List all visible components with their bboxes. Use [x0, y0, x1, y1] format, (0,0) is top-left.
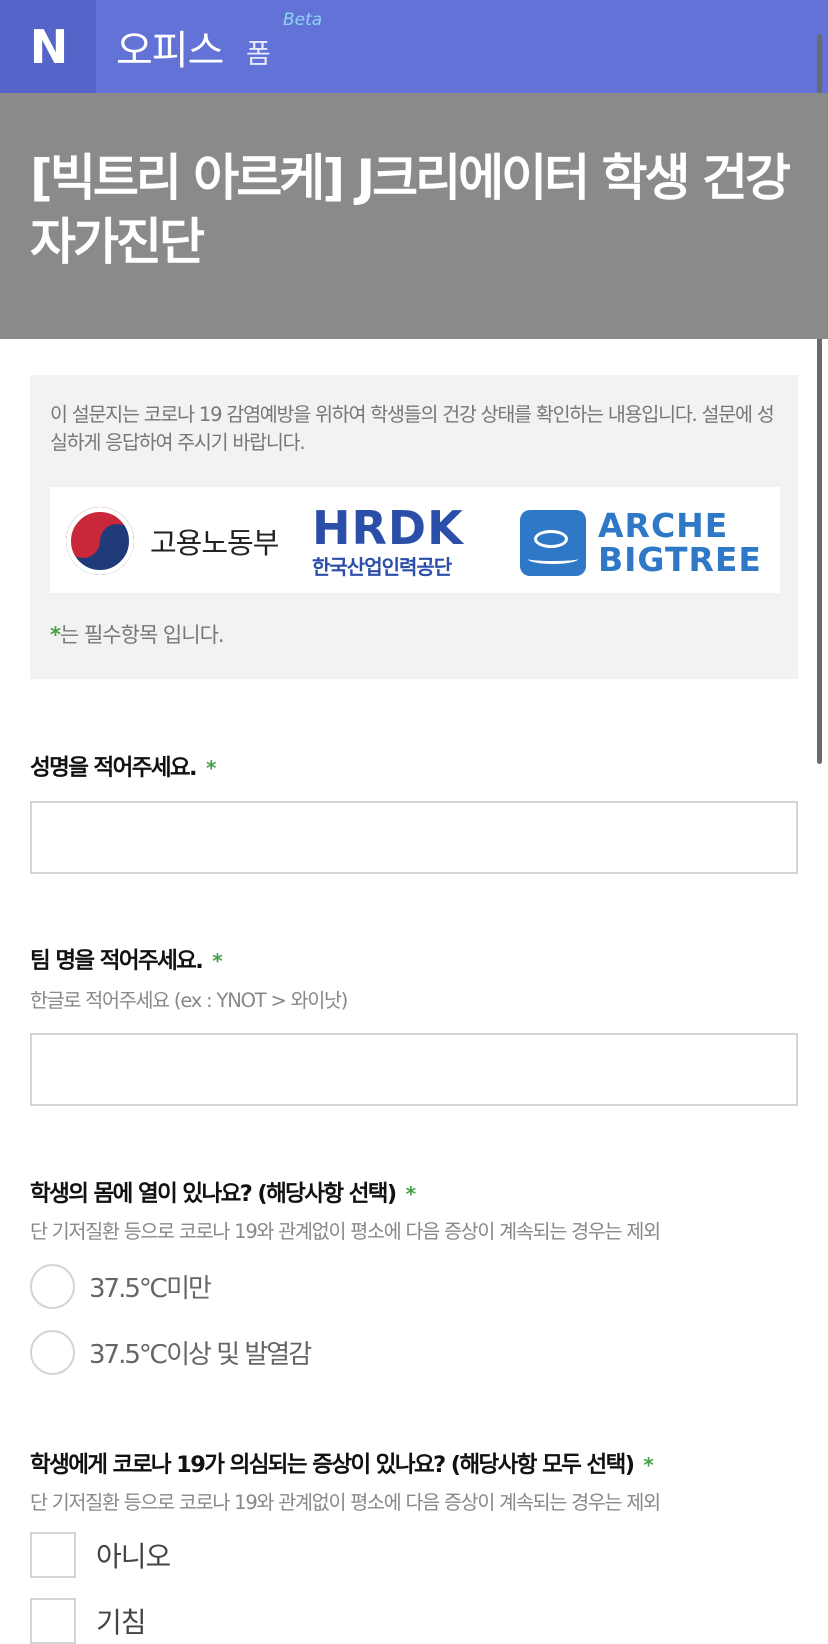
option-label[interactable]: 37.5℃이상 및 발열감: [89, 1334, 312, 1371]
question-fever-help: 단 기저질환 등으로 코로나 19와 관계없이 평소에 다음 증상이 계속되는 …: [30, 1220, 661, 1243]
question-team-label: 팀 명을 적어주세요. *: [30, 943, 223, 975]
checkbox[interactable]: [30, 1532, 76, 1578]
required-star-icon: *: [405, 1182, 416, 1206]
question-team-help: 한글로 적어주세요 (ex : YNOT > 와이낫): [30, 989, 348, 1012]
fever-option-under[interactable]: 37.5℃미만: [30, 1264, 212, 1309]
form-intro-text: 이 설문지는 코로나 19 감염예방을 위하여 학생들의 건강 상태를 확인하는…: [50, 403, 775, 454]
taegeuk-icon: [66, 507, 134, 575]
team-input[interactable]: [30, 1033, 798, 1106]
logo-letter: N: [29, 19, 68, 74]
beta-badge: Beta: [283, 10, 323, 30]
radio-button[interactable]: [30, 1264, 75, 1309]
form-intro-box: 이 설문지는 코로나 19 감염예방을 위하여 학생들의 건강 상태를 확인하는…: [30, 375, 798, 679]
naver-logo[interactable]: N: [0, 0, 96, 93]
symptom-option-no[interactable]: 아니오: [30, 1532, 171, 1578]
question-label-text: 학생의 몸에 열이 있나요? (해당사항 선택): [30, 1181, 397, 1207]
required-star-icon: *: [205, 756, 216, 780]
fever-option-over[interactable]: 37.5℃이상 및 발열감: [30, 1330, 312, 1375]
form-title: [빅트리 아르케] J크리에이터 학생 건강 자가진단: [30, 149, 791, 271]
hrdk-logo: HRDK 한국산업인력공단: [312, 505, 492, 580]
question-fever-label: 학생의 몸에 열이 있나요? (해당사항 선택) *: [30, 1176, 416, 1208]
fish-icon: [520, 510, 586, 576]
required-note-text: 는 필수항목 입니다.: [59, 623, 225, 647]
arche-bigtree-logo: ARCHE BIGTREE: [520, 509, 762, 577]
hrdk-logo-text: 한국산업인력공단: [312, 555, 452, 579]
required-star-icon: *: [50, 623, 61, 647]
checkbox[interactable]: [30, 1598, 76, 1644]
question-label-text: 학생에게 코로나 19가 의심되는 증상이 있나요? (해당사항 모두 선택): [30, 1452, 635, 1478]
question-label-text: 성명을 적어주세요.: [30, 755, 198, 781]
required-star-icon: *: [212, 949, 222, 973]
option-label[interactable]: 기침: [96, 1601, 147, 1641]
symptom-option-cough[interactable]: 기침: [30, 1598, 147, 1644]
question-name-label: 성명을 적어주세요. *: [30, 750, 216, 782]
app-brand: 오피스: [116, 28, 224, 74]
radio-button[interactable]: [30, 1330, 75, 1375]
arche-logo-line1: ARCHE: [598, 506, 729, 545]
sponsor-logo-banner: 고용노동부 HRDK 한국산업인력공단 ARCHE BIGTREE: [50, 487, 780, 593]
option-label[interactable]: 37.5℃미만: [89, 1268, 212, 1305]
moel-logo: 고용노동부: [66, 507, 279, 575]
top-app-bar: N 오피스 폼 Beta: [0, 0, 828, 93]
required-note: *는 필수항목 입니다.: [50, 619, 225, 649]
name-input[interactable]: [30, 801, 798, 874]
question-symptom-help: 단 기저질환 등으로 코로나 19와 관계없이 평소에 다음 증상이 계속되는 …: [30, 1491, 661, 1514]
option-label[interactable]: 아니오: [96, 1535, 171, 1575]
hrdk-logo-mark: HRDK: [312, 501, 464, 555]
app-brand-sub: 폼: [246, 39, 271, 70]
question-label-text: 팀 명을 적어주세요.: [30, 948, 204, 974]
required-star-icon: *: [643, 1453, 653, 1477]
arche-logo-line2: BIGTREE: [598, 540, 762, 579]
arche-logo-text: ARCHE BIGTREE: [598, 509, 762, 577]
moel-logo-text: 고용노동부: [150, 526, 279, 560]
question-symptom-label: 학생에게 코로나 19가 의심되는 증상이 있나요? (해당사항 모두 선택) *: [30, 1447, 654, 1479]
